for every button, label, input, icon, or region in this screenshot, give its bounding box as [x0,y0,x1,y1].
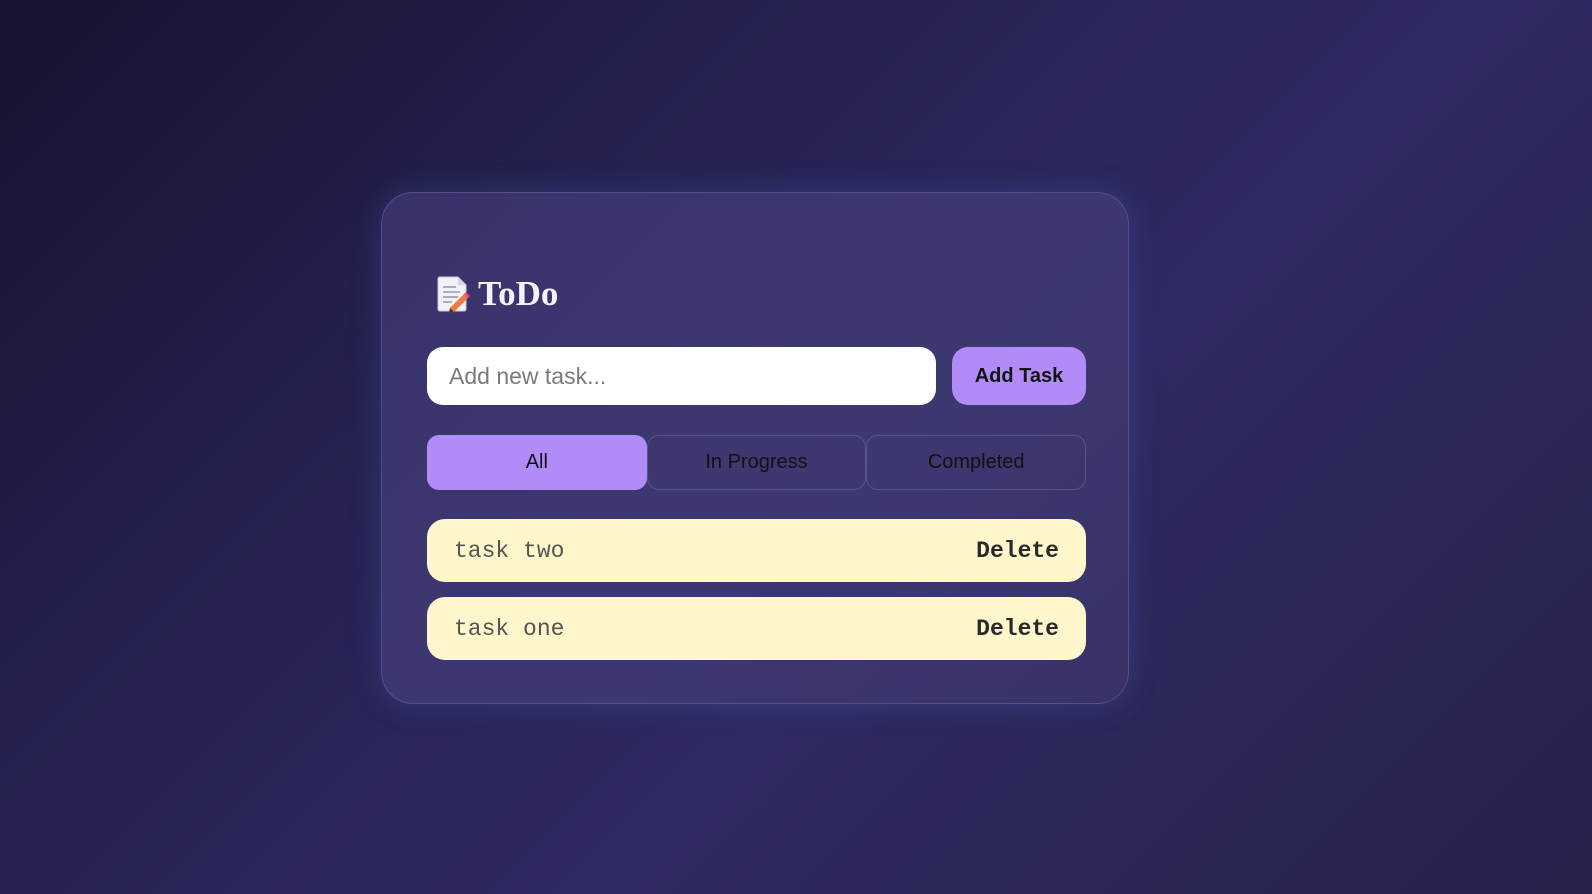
delete-task-button[interactable]: Delete [976,616,1059,642]
app-title: ToDo [478,274,559,313]
add-task-button[interactable]: Add Task [952,347,1086,405]
filter-tabs: All In Progress Completed [427,435,1087,490]
memo-icon [437,276,470,313]
header: ToDo [436,275,558,313]
task-list: task two Delete task one Delete [427,519,1086,675]
filter-tab-in-progress[interactable]: In Progress [646,435,867,490]
delete-task-button[interactable]: Delete [976,538,1059,564]
filter-tab-completed[interactable]: Completed [866,435,1087,490]
new-task-input[interactable] [427,347,936,405]
task-item: task two Delete [427,519,1086,582]
task-item: task one Delete [427,597,1086,660]
task-text: task one [454,615,565,642]
todo-card: ToDo Add Task All In Progress Completed … [381,192,1129,704]
filter-tab-all[interactable]: All [427,435,647,490]
task-text: task two [454,537,565,564]
